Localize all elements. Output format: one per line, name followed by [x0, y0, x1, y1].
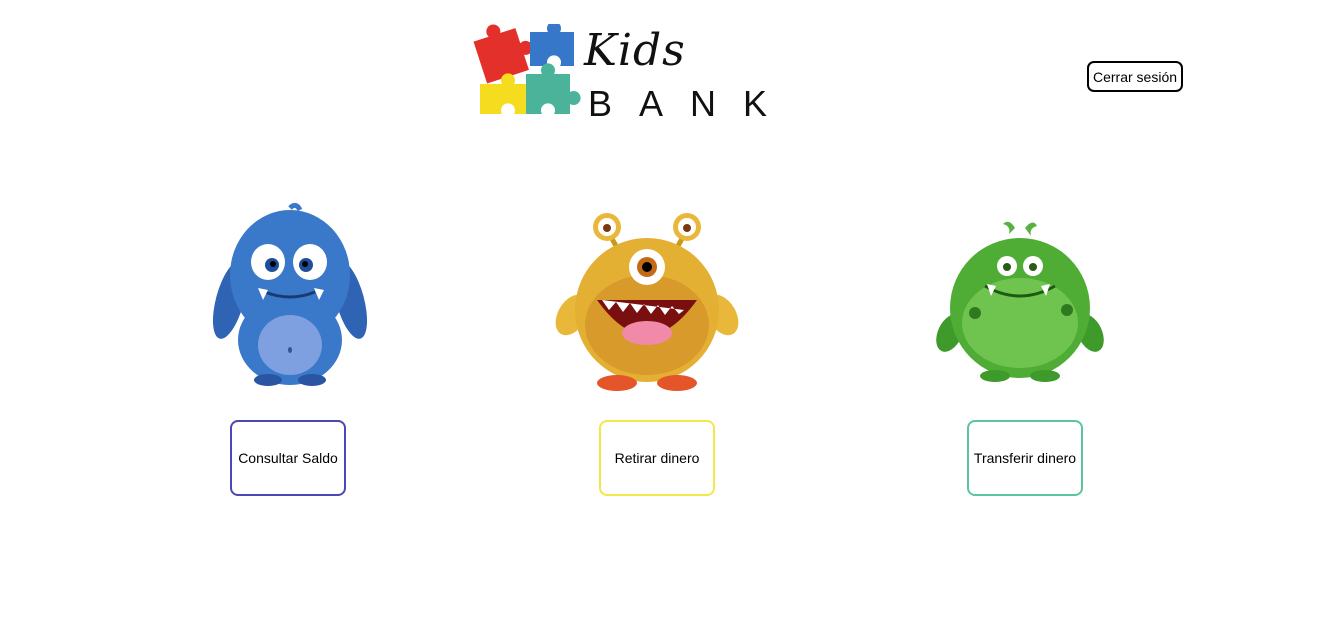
blue-monster-icon: [212, 202, 368, 386]
withdraw-money-button[interactable]: Retirar dinero: [599, 420, 715, 496]
page: Kids BANK Cerrar sesión Consultar Saldo …: [0, 0, 1320, 644]
logout-button[interactable]: Cerrar sesión: [1087, 61, 1183, 92]
yellow-monster-icon: [555, 213, 739, 391]
logo-text-bank: BANK: [588, 83, 795, 124]
logo-text-kids: Kids: [584, 25, 686, 76]
green-monster-icon: [936, 221, 1104, 382]
kids-bank-logo: Kids BANK: [470, 24, 767, 130]
transfer-money-button[interactable]: Transferir dinero: [967, 420, 1083, 496]
puzzle-logo-icon: [473, 24, 581, 114]
check-balance-button[interactable]: Consultar Saldo: [230, 420, 346, 496]
